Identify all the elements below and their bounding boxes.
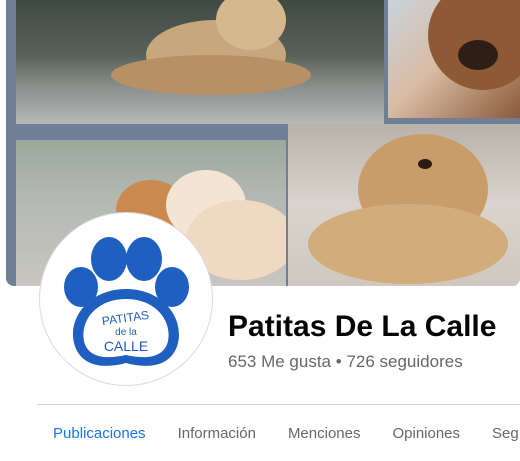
logo-line2: de la <box>115 327 137 338</box>
stats-separator: • <box>335 352 342 371</box>
logo-line3: CALLE <box>104 338 148 354</box>
tab-seguidores[interactable]: Seg <box>476 405 520 461</box>
page-tabs: Publicaciones Información Menciones Opin… <box>37 405 520 461</box>
page-stats: 653 Me gusta • 726 seguidores <box>228 352 463 372</box>
likes-count[interactable]: 653 Me gusta <box>228 352 331 371</box>
cover-photo-dog-sitting <box>288 124 520 286</box>
page-avatar[interactable]: PATITAS de la CALLE <box>40 213 212 385</box>
tab-menciones[interactable]: Menciones <box>272 405 377 461</box>
cover-photo-dog-face <box>388 0 520 118</box>
tab-informacion[interactable]: Información <box>162 405 272 461</box>
tab-publicaciones[interactable]: Publicaciones <box>37 405 162 461</box>
paw-logo-icon: PATITAS de la CALLE <box>44 217 208 381</box>
cover-photo-dog-resting <box>16 0 384 124</box>
followers-count[interactable]: 726 seguidores <box>346 352 462 371</box>
page-title: Patitas De La Calle <box>228 310 497 343</box>
tab-opiniones[interactable]: Opiniones <box>376 405 476 461</box>
